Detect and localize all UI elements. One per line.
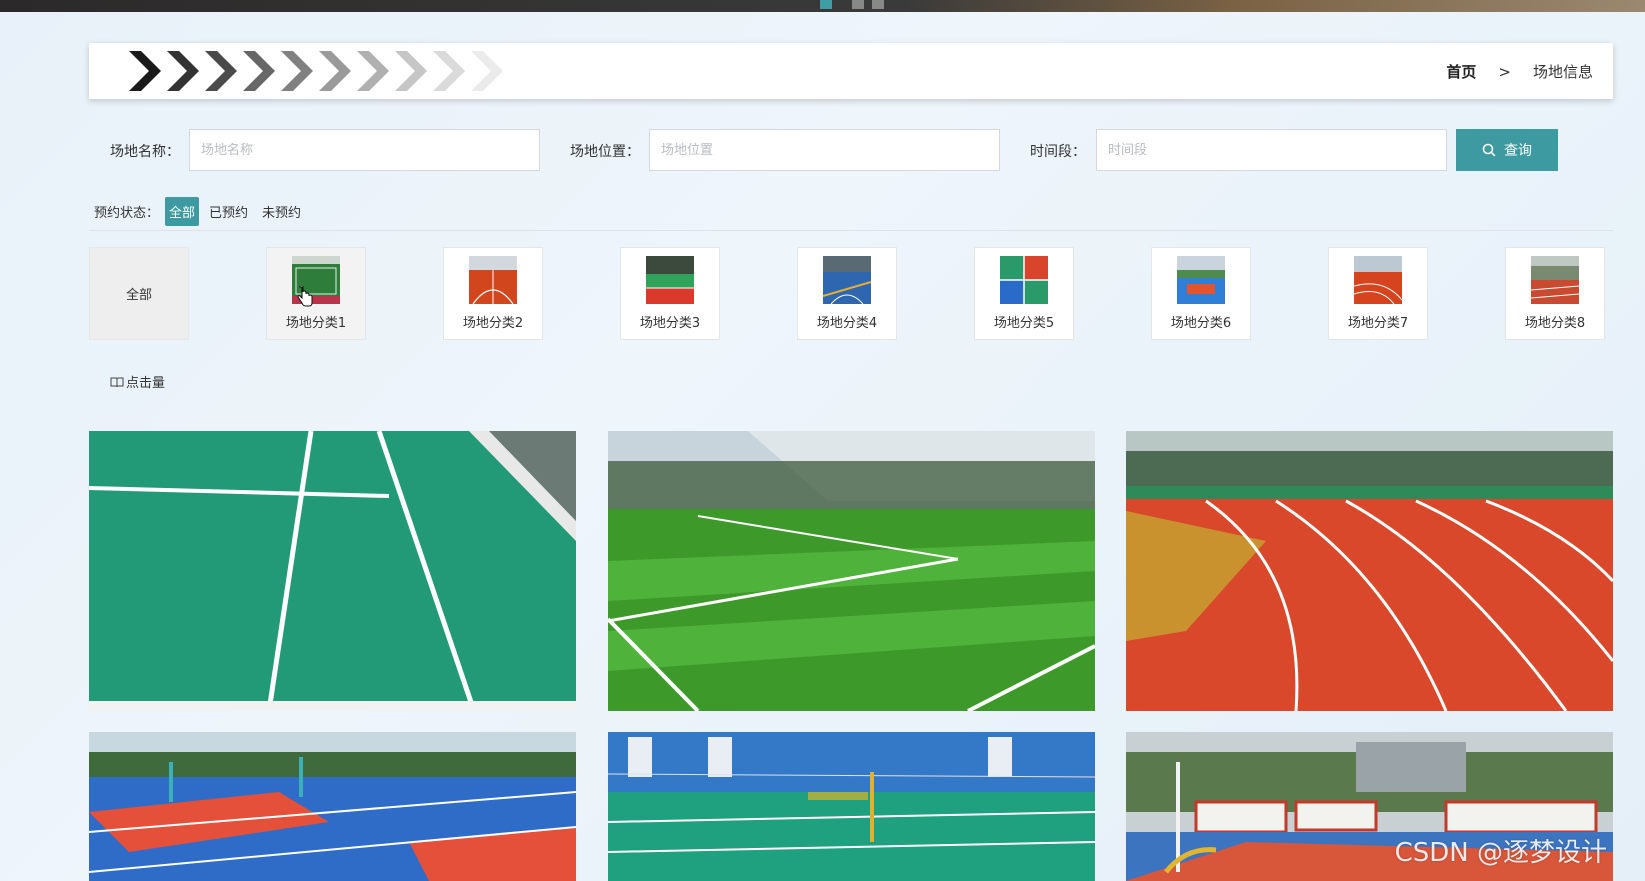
category-label: 场地分类5 [993,316,1055,331]
category-thumbnail [1531,256,1579,304]
category-card[interactable]: 场地分类1 [266,247,366,340]
page-header-bar: 首页 > 场地信息 [89,43,1613,99]
reservation-status-filter: 预约状态： 全部 已预约 未预约 [94,196,305,226]
venue-photo[interactable] [1126,431,1613,711]
filter-divider [89,230,1613,231]
category-label: 场地分类1 [285,316,347,331]
venue-location-label: 场地位置： [570,144,640,160]
search-icon [1482,143,1496,157]
category-card[interactable]: 场地分类5 [974,247,1074,340]
breadcrumb-current: 场地信息 [1532,63,1593,81]
carousel-dot-active[interactable] [820,0,832,9]
category-card[interactable]: 场地分类7 [1328,247,1428,340]
category-label: 场地分类4 [816,316,878,331]
hand-cursor-icon [297,286,313,307]
breadcrumb-separator: > [1498,62,1511,81]
reservation-status-label: 预约状态： [94,205,160,221]
category-thumbnail [1354,256,1402,304]
venue-photo[interactable] [608,732,1095,881]
chevron-decoration-icon [129,51,503,91]
carousel-dot[interactable] [852,0,864,9]
category-label: 场地分类2 [462,316,524,331]
carousel-dot[interactable] [872,0,884,9]
status-option-unreserved[interactable]: 未预约 [258,197,305,226]
category-card[interactable]: 场地分类6 [1151,247,1251,340]
category-thumbnail [646,256,694,304]
search-button[interactable]: 查询 [1456,129,1558,171]
category-card[interactable]: 场地分类4 [797,247,897,340]
category-thumbnail [823,256,871,304]
category-card[interactable]: 场地分类3 [620,247,720,340]
category-label: 场地分类8 [1524,316,1586,331]
top-banner-strip [0,0,1645,12]
category-label: 场地分类6 [1170,316,1232,331]
breadcrumb: 首页 > 场地信息 [1446,61,1593,82]
category-thumbnail [469,256,517,304]
breadcrumb-home-link[interactable]: 首页 [1446,61,1476,82]
venue-name-input[interactable] [189,129,540,171]
category-card-all[interactable]: 全部 [89,247,189,340]
venue-photo[interactable] [608,431,1095,711]
sort-label: 点击量 [126,376,166,391]
time-slot-label: 时间段： [1030,144,1086,160]
category-label: 场地分类7 [1347,316,1409,331]
time-slot-input[interactable] [1096,129,1447,171]
category-label: 全部 [125,288,152,303]
category-thumbnail [1177,256,1225,304]
sort-by-clicks[interactable]: 点击量 [110,372,165,391]
status-option-all[interactable]: 全部 [165,196,200,226]
venue-photo[interactable] [89,431,576,711]
search-form: 场地名称： 场地位置： 时间段： 查询 [89,129,1613,171]
venue-location-input[interactable] [649,129,1000,171]
search-button-label: 查询 [1504,143,1532,159]
category-thumbnail [1000,256,1048,304]
venue-photo[interactable] [89,732,576,881]
venue-photo[interactable]: CSDN @逐梦设计 [1126,732,1613,881]
watermark-text: CSDN @逐梦设计 [1394,838,1607,868]
category-card[interactable]: 场地分类8 [1505,247,1605,340]
category-label: 场地分类3 [639,316,701,331]
status-option-reserved[interactable]: 已预约 [205,197,252,226]
book-icon [110,377,124,387]
venue-name-label: 场地名称： [110,144,180,160]
category-card[interactable]: 场地分类2 [443,247,543,340]
